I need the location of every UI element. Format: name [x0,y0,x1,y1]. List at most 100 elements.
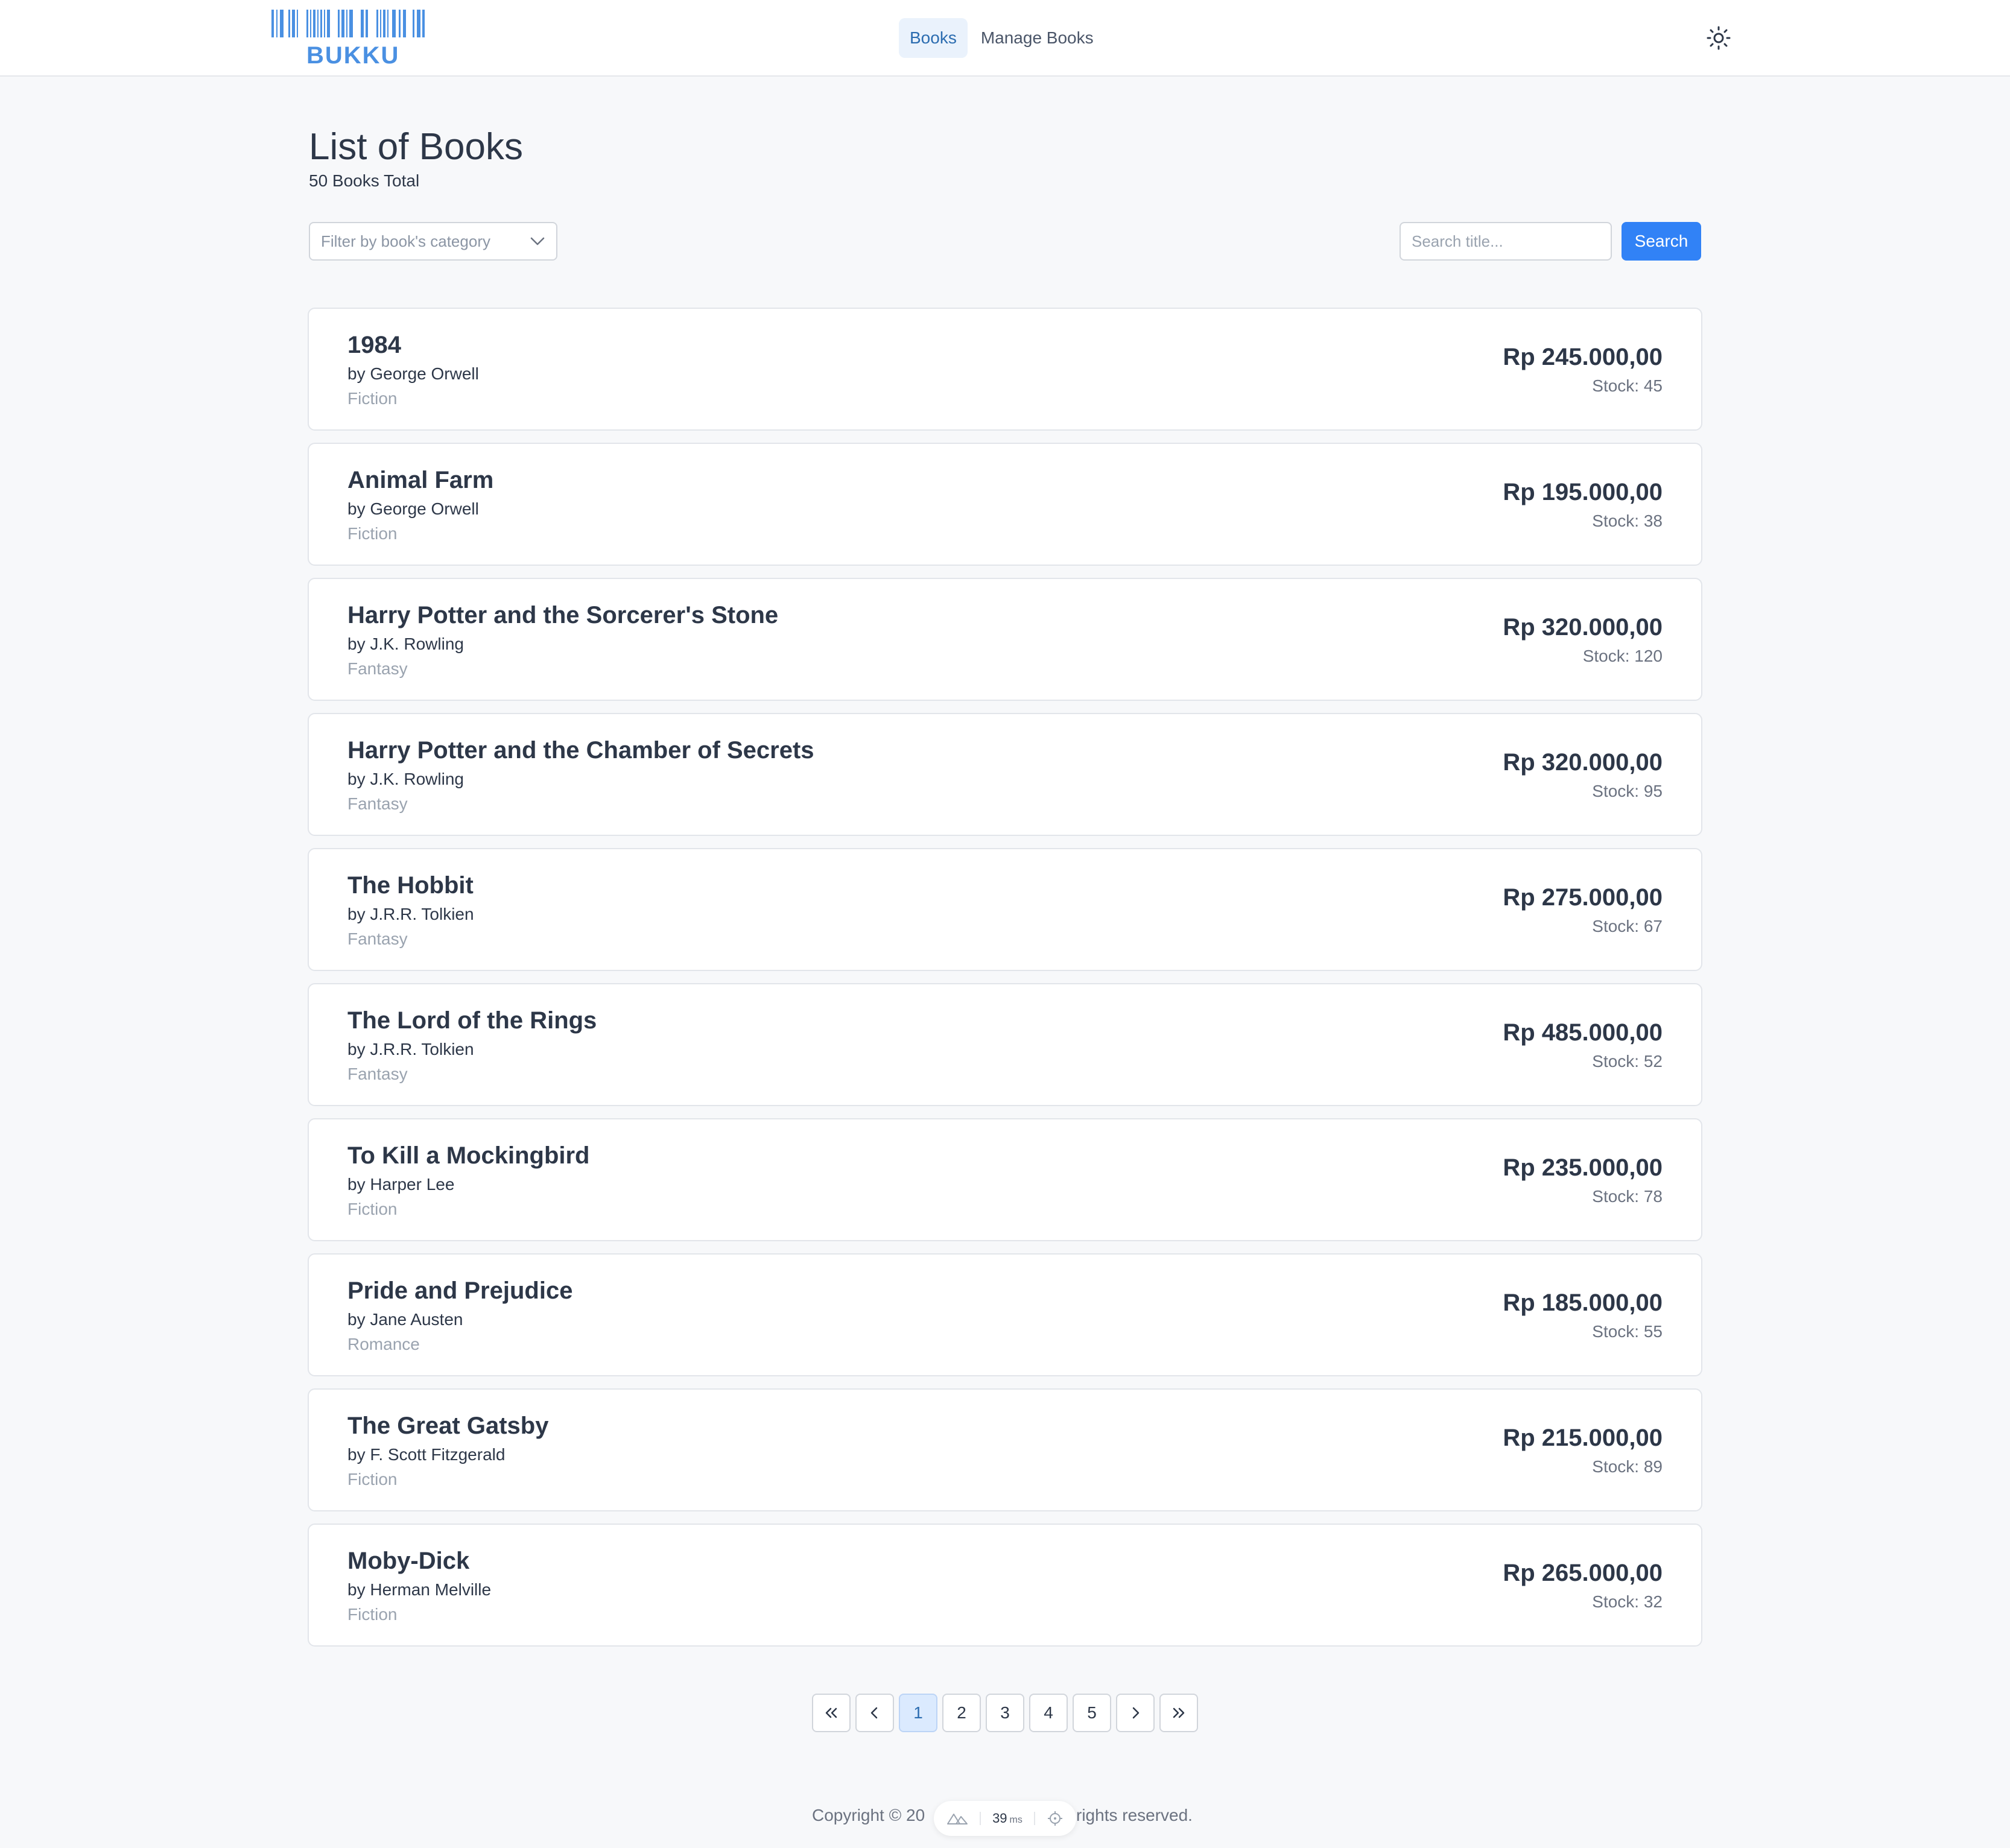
book-price: Rp 265.000,00 [1503,1560,1663,1586]
sun-icon [1707,26,1731,50]
book-card[interactable]: The Great Gatsby by F. Scott Fitzgerald … [308,1388,1702,1511]
book-price: Rp 320.000,00 [1503,749,1663,776]
book-title: Harry Potter and the Sorcerer's Stone [347,602,779,628]
top-navbar: BUKKU Books Manage Books [0,0,2010,77]
book-title: Harry Potter and the Chamber of Secrets [347,737,814,764]
logo[interactable]: BUKKU [270,8,427,69]
book-card[interactable]: The Hobbit by J.R.R. Tolkien Fantasy Rp … [308,848,1702,971]
book-price: Rp 185.000,00 [1503,1289,1663,1316]
book-author: by Harper Lee [347,1175,455,1194]
book-list: 1984 by George Orwell Fiction Rp 245.000… [308,308,1702,1659]
render-time-value: 39 [992,1811,1007,1826]
book-stock: Stock: 120 [1582,647,1663,665]
book-price: Rp 195.000,00 [1503,479,1663,505]
book-price: Rp 245.000,00 [1503,344,1663,370]
book-stock: Stock: 38 [1592,511,1663,530]
double-chevron-right-icon [1173,1707,1185,1718]
book-card[interactable]: Harry Potter and the Sorcerer's Stone by… [308,578,1702,701]
book-price: Rp 215.000,00 [1503,1425,1663,1451]
search-button[interactable]: Search [1622,222,1701,261]
devbar-divider [1033,1812,1035,1825]
book-stock: Stock: 55 [1592,1322,1663,1341]
category-filter-select[interactable]: Filter by book's category [309,222,557,261]
book-author: by George Orwell [347,364,479,383]
first-page-button[interactable] [812,1694,851,1732]
dev-toolbar[interactable]: 39 ms [934,1801,1076,1836]
nav-item-manage-books[interactable]: Manage Books [970,18,1105,58]
book-author: by J.K. Rowling [347,634,464,653]
book-category: Fiction [347,1200,398,1218]
book-card[interactable]: Harry Potter and the Chamber of Secrets … [308,713,1702,836]
page-button-5[interactable]: 5 [1073,1694,1111,1732]
book-stock: Stock: 78 [1592,1187,1663,1206]
double-chevron-left-icon [825,1707,837,1718]
pagination: 1 2 3 4 5 [812,1694,1198,1732]
crosshair-icon[interactable] [1047,1810,1064,1827]
nav-item-books[interactable]: Books [899,18,968,58]
book-card[interactable]: To Kill a Mockingbird by Harper Lee Fict… [308,1118,1702,1241]
page-button-2[interactable]: 2 [942,1694,981,1732]
book-title: The Great Gatsby [347,1413,549,1439]
book-stock: Stock: 32 [1592,1592,1663,1611]
book-title: Animal Farm [347,467,494,493]
book-title: Pride and Prejudice [347,1277,573,1304]
book-author: by J.R.R. Tolkien [347,1040,474,1058]
book-category: Fantasy [347,1065,408,1083]
book-title: Moby-Dick [347,1548,470,1574]
category-filter-placeholder: Filter by book's category [321,232,490,250]
book-author: by J.R.R. Tolkien [347,905,474,923]
previous-page-button[interactable] [855,1694,894,1732]
book-price: Rp 485.000,00 [1503,1019,1663,1046]
book-card[interactable]: Pride and Prejudice by Jane Austen Roman… [308,1253,1702,1376]
page-button-3[interactable]: 3 [986,1694,1024,1732]
book-category: Romance [347,1335,420,1353]
book-author: by Herman Melville [347,1580,492,1599]
book-author: by J.K. Rowling [347,770,464,788]
book-category: Fiction [347,1605,398,1624]
book-category: Fiction [347,524,398,543]
book-card[interactable]: 1984 by George Orwell Fiction Rp 245.000… [308,308,1702,431]
book-stock: Stock: 52 [1592,1052,1663,1071]
book-author: by George Orwell [347,499,479,518]
nuxt-logo-icon [947,1814,968,1824]
book-category: Fantasy [347,794,408,813]
book-category: Fantasy [347,929,408,948]
chevron-right-icon [1132,1707,1140,1719]
book-card[interactable]: The Lord of the Rings by J.R.R. Tolkien … [308,983,1702,1106]
footer-copyright-left: Copyright © 20 [812,1806,925,1824]
book-category: Fiction [347,389,398,408]
next-page-button[interactable] [1116,1694,1155,1732]
book-title: To Kill a Mockingbird [347,1142,590,1169]
book-card[interactable]: Moby-Dick by Herman Melville Fiction Rp … [308,1524,1702,1647]
book-stock: Stock: 89 [1592,1457,1663,1476]
books-total-count: 50 Books Total [309,171,420,190]
devbar-divider [980,1812,981,1825]
book-price: Rp 320.000,00 [1503,614,1663,641]
last-page-button[interactable] [1159,1694,1198,1732]
book-category: Fantasy [347,659,408,678]
barcode-logo-icon [271,10,425,37]
book-card[interactable]: Animal Farm by George Orwell Fiction Rp … [308,443,1702,566]
logo-text: BUKKU [306,42,400,69]
book-price: Rp 275.000,00 [1503,884,1663,911]
footer-copyright-right: rights reserved. [1076,1806,1193,1824]
main-nav: Books Manage Books [899,18,1105,58]
page-title: List of Books [309,126,523,168]
theme-toggle-button[interactable] [1705,24,1733,52]
page-button-4[interactable]: 4 [1029,1694,1068,1732]
book-stock: Stock: 95 [1592,782,1663,800]
search-title-input[interactable] [1400,222,1612,261]
book-price: Rp 235.000,00 [1503,1154,1663,1181]
render-time: 39 ms [992,1811,1022,1826]
render-time-unit: ms [1009,1815,1022,1825]
book-title: The Lord of the Rings [347,1007,597,1034]
book-author: by Jane Austen [347,1310,463,1329]
book-category: Fiction [347,1470,398,1489]
chevron-left-icon [870,1707,878,1719]
footer-copyright: Copyright © 20 rights reserved. [812,1806,1193,1825]
book-stock: Stock: 45 [1592,376,1663,395]
book-author: by F. Scott Fitzgerald [347,1445,506,1464]
book-stock: Stock: 67 [1592,917,1663,935]
page-button-1[interactable]: 1 [899,1694,937,1732]
book-title: 1984 [347,332,401,358]
